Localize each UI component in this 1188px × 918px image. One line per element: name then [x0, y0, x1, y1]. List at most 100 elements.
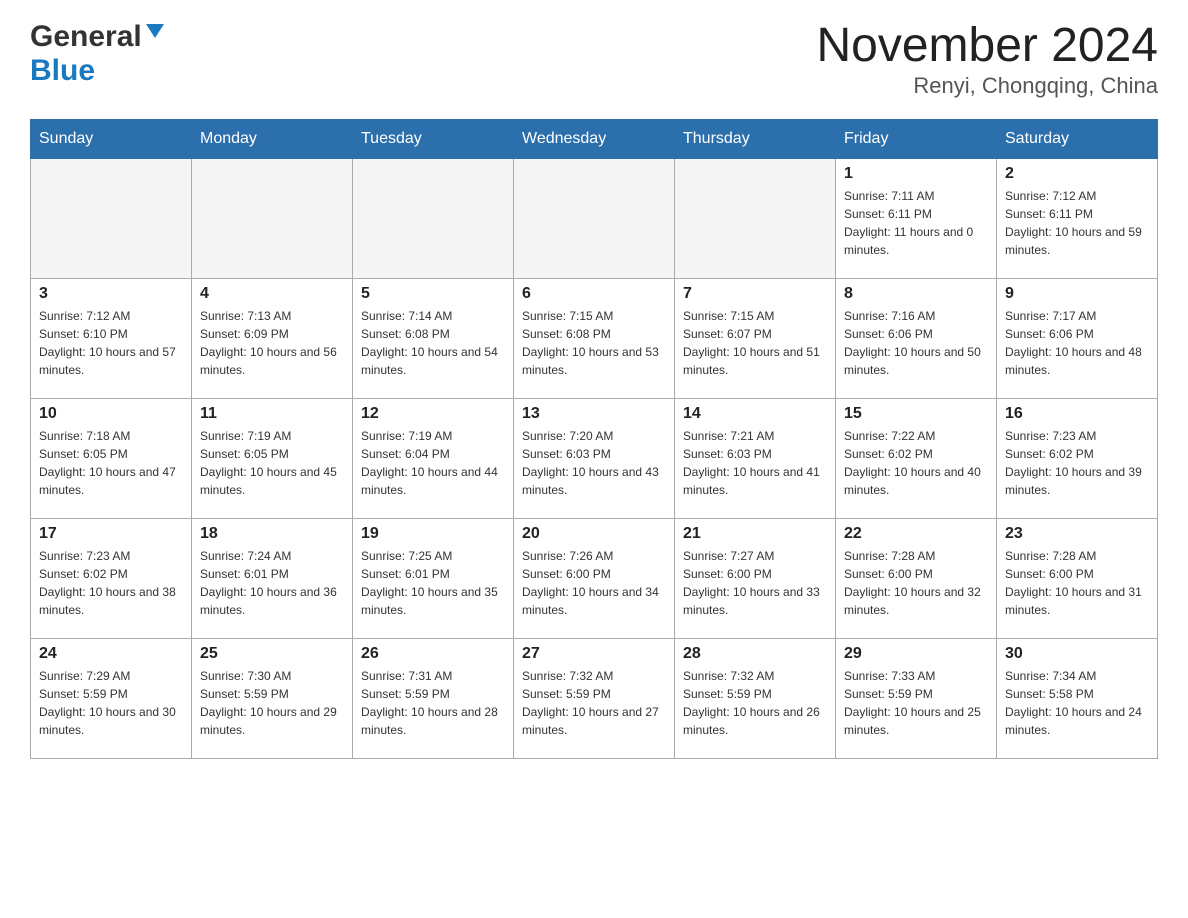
calendar-cell: 22 Sunrise: 7:28 AM Sunset: 6:00 PM Dayli… — [836, 518, 997, 638]
calendar-cell: 27 Sunrise: 7:32 AM Sunset: 5:59 PM Dayli… — [514, 638, 675, 758]
calendar-header: SundayMondayTuesdayWednesdayThursdayFrid… — [31, 119, 1158, 158]
calendar-cell: 18Sunrise: 7:24 AM Sunset: 6:01 PM Dayli… — [192, 518, 353, 638]
day-number: 25 — [200, 645, 344, 663]
calendar-subtitle: Renyi, Chongqing, China — [816, 73, 1158, 99]
day-info: Sunrise: 7:19 AM Sunset: 6:05 PM Dayligh… — [200, 427, 344, 499]
calendar-cell: 15 Sunrise: 7:22 AM Sunset: 6:02 PM Dayli… — [836, 398, 997, 518]
day-info: Sunrise: 7:12 AM Sunset: 6:10 PM Dayligh… — [39, 307, 183, 379]
day-info: Sunrise: 7:15 AM Sunset: 6:07 PM Dayligh… — [683, 307, 827, 379]
day-of-week-saturday: Saturday — [997, 119, 1158, 158]
days-of-week-row: SundayMondayTuesdayWednesdayThursdayFrid… — [31, 119, 1158, 158]
day-info: Sunrise: 7:12 AM Sunset: 6:11 PM Dayligh… — [1005, 187, 1149, 259]
day-number: 5 — [361, 285, 505, 303]
day-info: Sunrise: 7:22 AM Sunset: 6:02 PM Dayligh… — [844, 427, 988, 499]
day-info: Sunrise: 7:16 AM Sunset: 6:06 PM Dayligh… — [844, 307, 988, 379]
day-info: Sunrise: 7:26 AM Sunset: 6:00 PM Dayligh… — [522, 547, 666, 619]
day-number: 22 — [844, 525, 988, 543]
day-number: 9 — [1005, 285, 1149, 303]
day-info: Sunrise: 7:25 AM Sunset: 6:01 PM Dayligh… — [361, 547, 505, 619]
day-number: 15 — [844, 405, 988, 423]
calendar-cell: 10 Sunrise: 7:18 AM Sunset: 6:05 PM Dayli… — [31, 398, 192, 518]
day-number: 10 — [39, 405, 183, 423]
day-number: 19 — [361, 525, 505, 543]
calendar-cell: 24 Sunrise: 7:29 AM Sunset: 5:59 PM Dayli… — [31, 638, 192, 758]
calendar-cell: 17Sunrise: 7:23 AM Sunset: 6:02 PM Dayli… — [31, 518, 192, 638]
title-section: November 2024 Renyi, Chongqing, China — [816, 20, 1158, 99]
calendar-week-2: 3 Sunrise: 7:12 AM Sunset: 6:10 PM Daylig… — [31, 278, 1158, 398]
calendar-cell: 19 Sunrise: 7:25 AM Sunset: 6:01 PM Dayli… — [353, 518, 514, 638]
day-number: 16 — [1005, 405, 1149, 423]
day-number: 4 — [200, 285, 344, 303]
day-number: 26 — [361, 645, 505, 663]
calendar-week-1: 1Sunrise: 7:11 AM Sunset: 6:11 PM Daylig… — [31, 158, 1158, 278]
day-info: Sunrise: 7:30 AM Sunset: 5:59 PM Dayligh… — [200, 667, 344, 739]
calendar-body: 1Sunrise: 7:11 AM Sunset: 6:11 PM Daylig… — [31, 158, 1158, 758]
day-number: 21 — [683, 525, 827, 543]
calendar-cell: 8 Sunrise: 7:16 AM Sunset: 6:06 PM Daylig… — [836, 278, 997, 398]
day-info: Sunrise: 7:28 AM Sunset: 6:00 PM Dayligh… — [844, 547, 988, 619]
logo-arrow-icon — [146, 24, 164, 47]
calendar-cell: 7 Sunrise: 7:15 AM Sunset: 6:07 PM Daylig… — [675, 278, 836, 398]
calendar-cell — [353, 158, 514, 278]
day-info: Sunrise: 7:11 AM Sunset: 6:11 PM Dayligh… — [844, 187, 988, 259]
calendar-cell: 25 Sunrise: 7:30 AM Sunset: 5:59 PM Dayli… — [192, 638, 353, 758]
calendar-cell: 26 Sunrise: 7:31 AM Sunset: 5:59 PM Dayli… — [353, 638, 514, 758]
day-number: 7 — [683, 285, 827, 303]
day-info: Sunrise: 7:32 AM Sunset: 5:59 PM Dayligh… — [683, 667, 827, 739]
day-info: Sunrise: 7:13 AM Sunset: 6:09 PM Dayligh… — [200, 307, 344, 379]
calendar-cell: 4 Sunrise: 7:13 AM Sunset: 6:09 PM Daylig… — [192, 278, 353, 398]
day-number: 23 — [1005, 525, 1149, 543]
calendar-cell: 13 Sunrise: 7:20 AM Sunset: 6:03 PM Dayli… — [514, 398, 675, 518]
calendar-cell: 1Sunrise: 7:11 AM Sunset: 6:11 PM Daylig… — [836, 158, 997, 278]
day-info: Sunrise: 7:19 AM Sunset: 6:04 PM Dayligh… — [361, 427, 505, 499]
day-info: Sunrise: 7:20 AM Sunset: 6:03 PM Dayligh… — [522, 427, 666, 499]
day-number: 14 — [683, 405, 827, 423]
day-number: 2 — [1005, 165, 1149, 183]
day-info: Sunrise: 7:21 AM Sunset: 6:03 PM Dayligh… — [683, 427, 827, 499]
day-info: Sunrise: 7:18 AM Sunset: 6:05 PM Dayligh… — [39, 427, 183, 499]
day-of-week-friday: Friday — [836, 119, 997, 158]
day-number: 20 — [522, 525, 666, 543]
calendar-title: November 2024 — [816, 20, 1158, 73]
calendar-cell: 6 Sunrise: 7:15 AM Sunset: 6:08 PM Daylig… — [514, 278, 675, 398]
calendar-cell: 3 Sunrise: 7:12 AM Sunset: 6:10 PM Daylig… — [31, 278, 192, 398]
day-of-week-monday: Monday — [192, 119, 353, 158]
calendar-week-3: 10 Sunrise: 7:18 AM Sunset: 6:05 PM Dayli… — [31, 398, 1158, 518]
day-info: Sunrise: 7:33 AM Sunset: 5:59 PM Dayligh… — [844, 667, 988, 739]
calendar-cell: 30Sunrise: 7:34 AM Sunset: 5:58 PM Dayli… — [997, 638, 1158, 758]
day-info: Sunrise: 7:29 AM Sunset: 5:59 PM Dayligh… — [39, 667, 183, 739]
day-number: 6 — [522, 285, 666, 303]
day-number: 18 — [200, 525, 344, 543]
day-of-week-tuesday: Tuesday — [353, 119, 514, 158]
calendar-cell — [675, 158, 836, 278]
day-info: Sunrise: 7:17 AM Sunset: 6:06 PM Dayligh… — [1005, 307, 1149, 379]
day-number: 27 — [522, 645, 666, 663]
calendar-cell — [31, 158, 192, 278]
day-number: 17 — [39, 525, 183, 543]
calendar-week-5: 24 Sunrise: 7:29 AM Sunset: 5:59 PM Dayli… — [31, 638, 1158, 758]
day-info: Sunrise: 7:28 AM Sunset: 6:00 PM Dayligh… — [1005, 547, 1149, 619]
calendar-cell — [514, 158, 675, 278]
day-info: Sunrise: 7:15 AM Sunset: 6:08 PM Dayligh… — [522, 307, 666, 379]
calendar-cell: 9 Sunrise: 7:17 AM Sunset: 6:06 PM Daylig… — [997, 278, 1158, 398]
calendar-cell: 28Sunrise: 7:32 AM Sunset: 5:59 PM Dayli… — [675, 638, 836, 758]
day-number: 3 — [39, 285, 183, 303]
calendar-cell: 14 Sunrise: 7:21 AM Sunset: 6:03 PM Dayli… — [675, 398, 836, 518]
day-of-week-sunday: Sunday — [31, 119, 192, 158]
day-of-week-thursday: Thursday — [675, 119, 836, 158]
day-number: 8 — [844, 285, 988, 303]
day-number: 24 — [39, 645, 183, 663]
calendar-cell: 21 Sunrise: 7:27 AM Sunset: 6:00 PM Dayli… — [675, 518, 836, 638]
day-info: Sunrise: 7:27 AM Sunset: 6:00 PM Dayligh… — [683, 547, 827, 619]
calendar-cell: 23 Sunrise: 7:28 AM Sunset: 6:00 PM Dayli… — [997, 518, 1158, 638]
calendar-cell: 16 Sunrise: 7:23 AM Sunset: 6:02 PM Dayli… — [997, 398, 1158, 518]
day-number: 30 — [1005, 645, 1149, 663]
calendar-table: SundayMondayTuesdayWednesdayThursdayFrid… — [30, 119, 1158, 759]
day-number: 13 — [522, 405, 666, 423]
calendar-cell: 20 Sunrise: 7:26 AM Sunset: 6:00 PM Dayli… — [514, 518, 675, 638]
day-number: 12 — [361, 405, 505, 423]
day-info: Sunrise: 7:23 AM Sunset: 6:02 PM Dayligh… — [1005, 427, 1149, 499]
day-info: Sunrise: 7:31 AM Sunset: 5:59 PM Dayligh… — [361, 667, 505, 739]
day-info: Sunrise: 7:32 AM Sunset: 5:59 PM Dayligh… — [522, 667, 666, 739]
calendar-cell: 29Sunrise: 7:33 AM Sunset: 5:59 PM Dayli… — [836, 638, 997, 758]
